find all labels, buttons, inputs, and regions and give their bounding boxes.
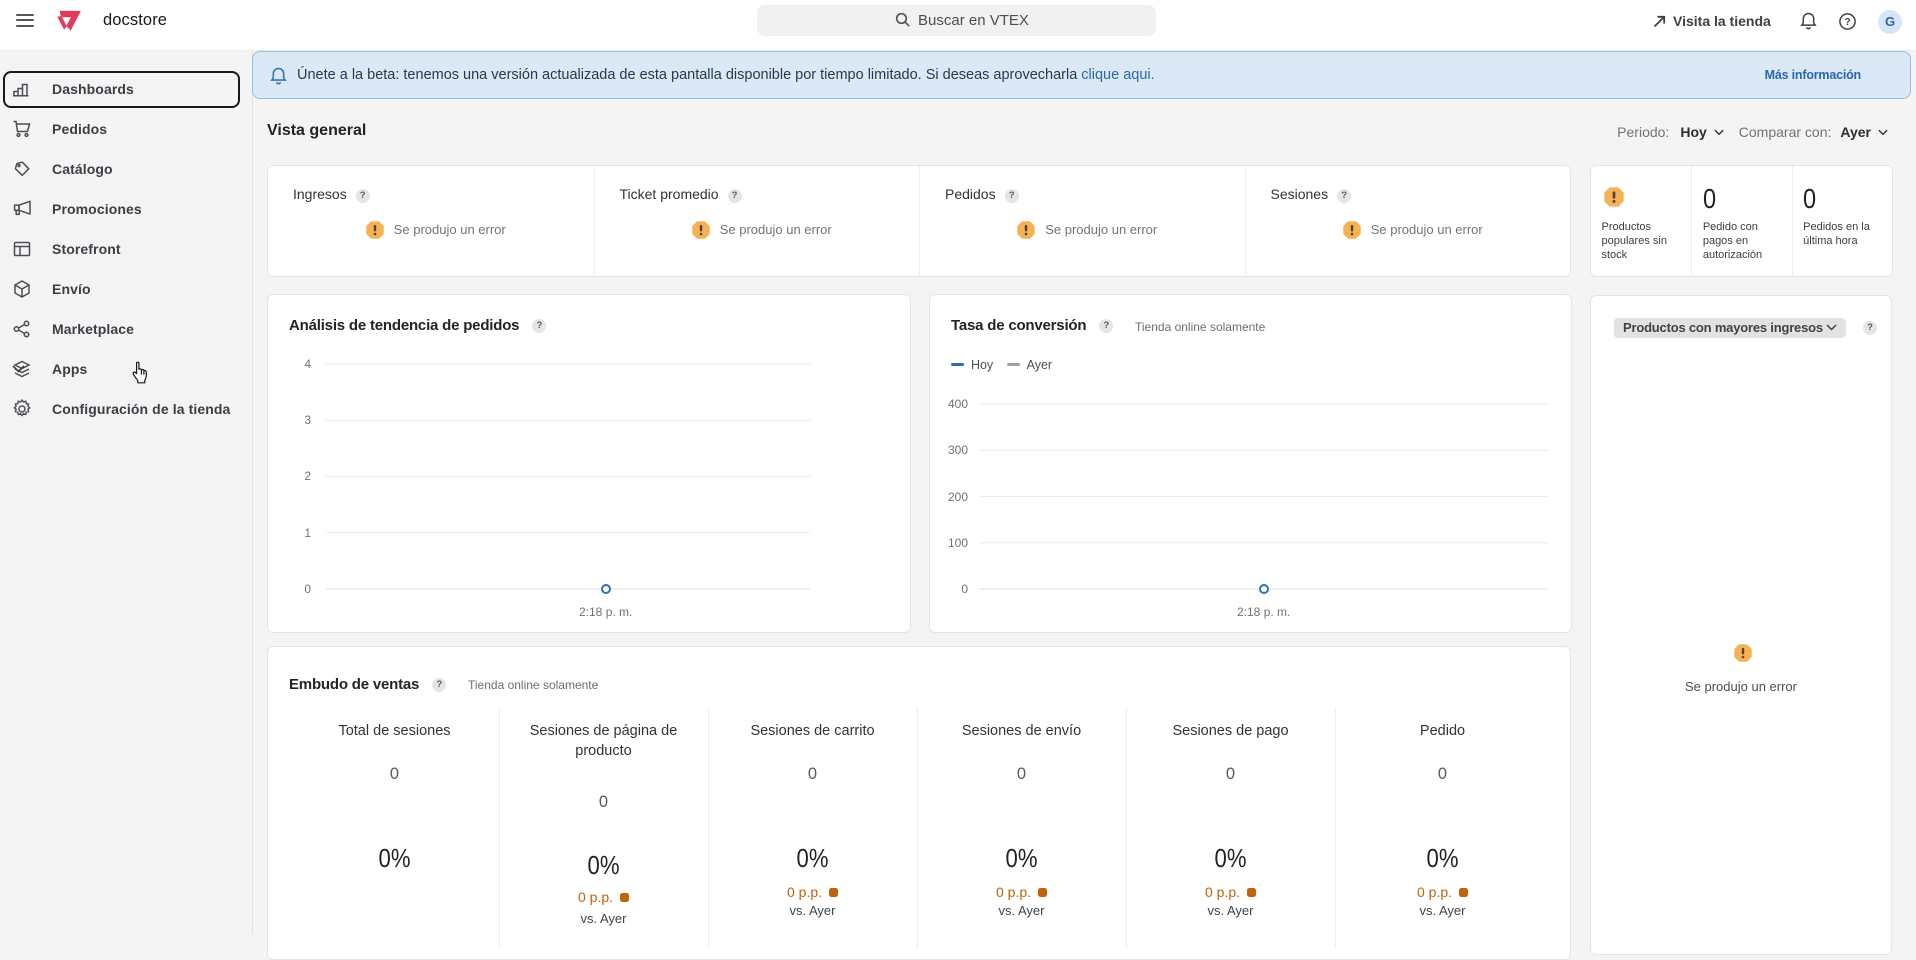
svg-text:?: ? [1844, 17, 1850, 28]
